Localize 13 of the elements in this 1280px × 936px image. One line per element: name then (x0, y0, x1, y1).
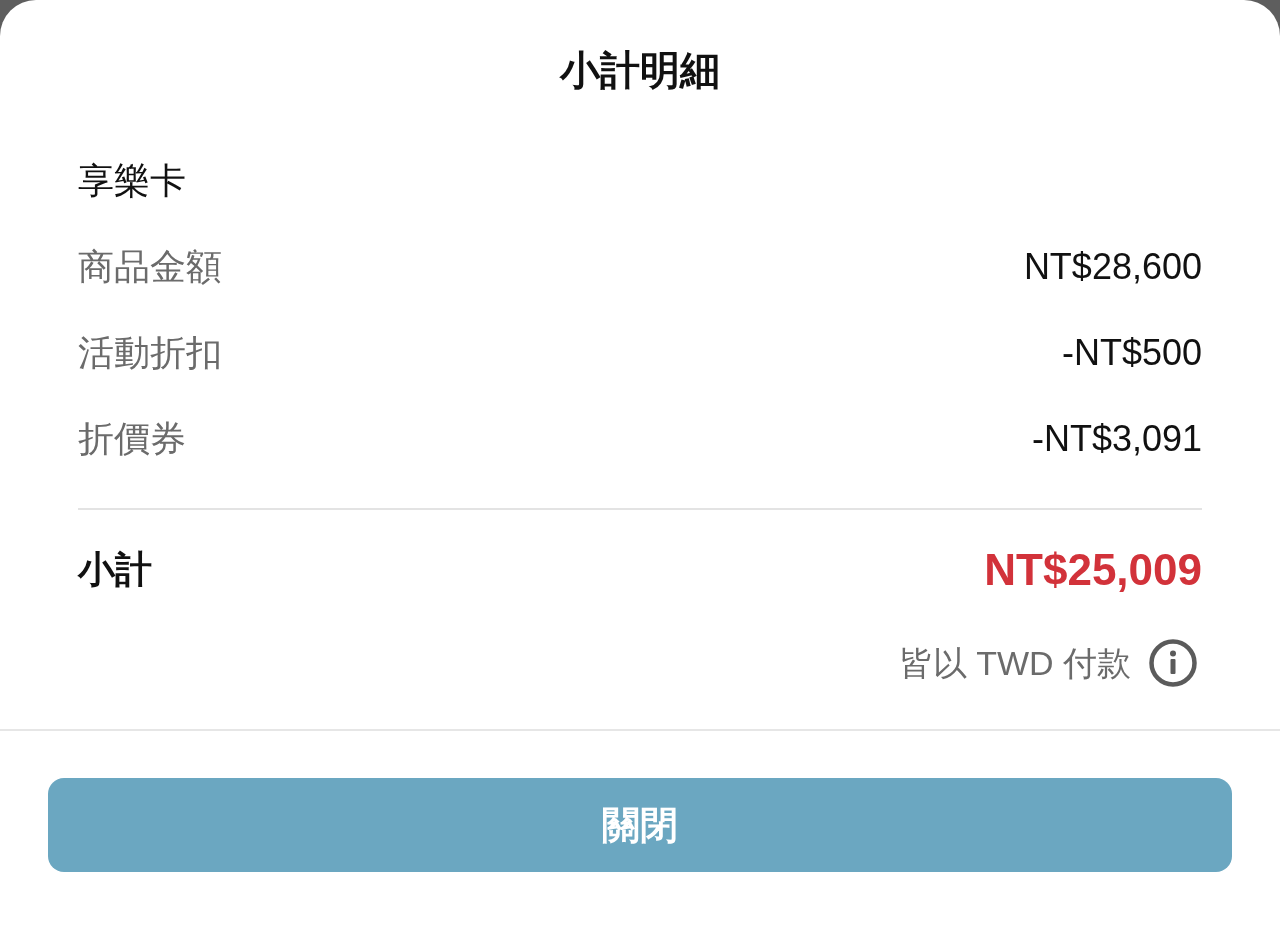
close-button[interactable]: 關閉 (48, 778, 1232, 872)
currency-note: 皆以 TWD 付款 (898, 643, 1131, 684)
subtotal-amount: NT$25,009 (984, 544, 1202, 596)
line-amount: -NT$500 (1061, 331, 1202, 375)
line-amount: NT$28,600 (1023, 245, 1202, 289)
sheet-title: 小計明細 (560, 47, 720, 94)
line-amount: -NT$3,091 (1031, 417, 1202, 461)
line-label: 商品金額 (78, 245, 222, 289)
section-title: 享樂卡 (78, 159, 186, 203)
subtotal-label: 小計 (78, 548, 152, 592)
line-label: 活動折扣 (78, 331, 222, 375)
line-label: 折價券 (78, 417, 186, 461)
info-icon[interactable] (1149, 639, 1197, 687)
